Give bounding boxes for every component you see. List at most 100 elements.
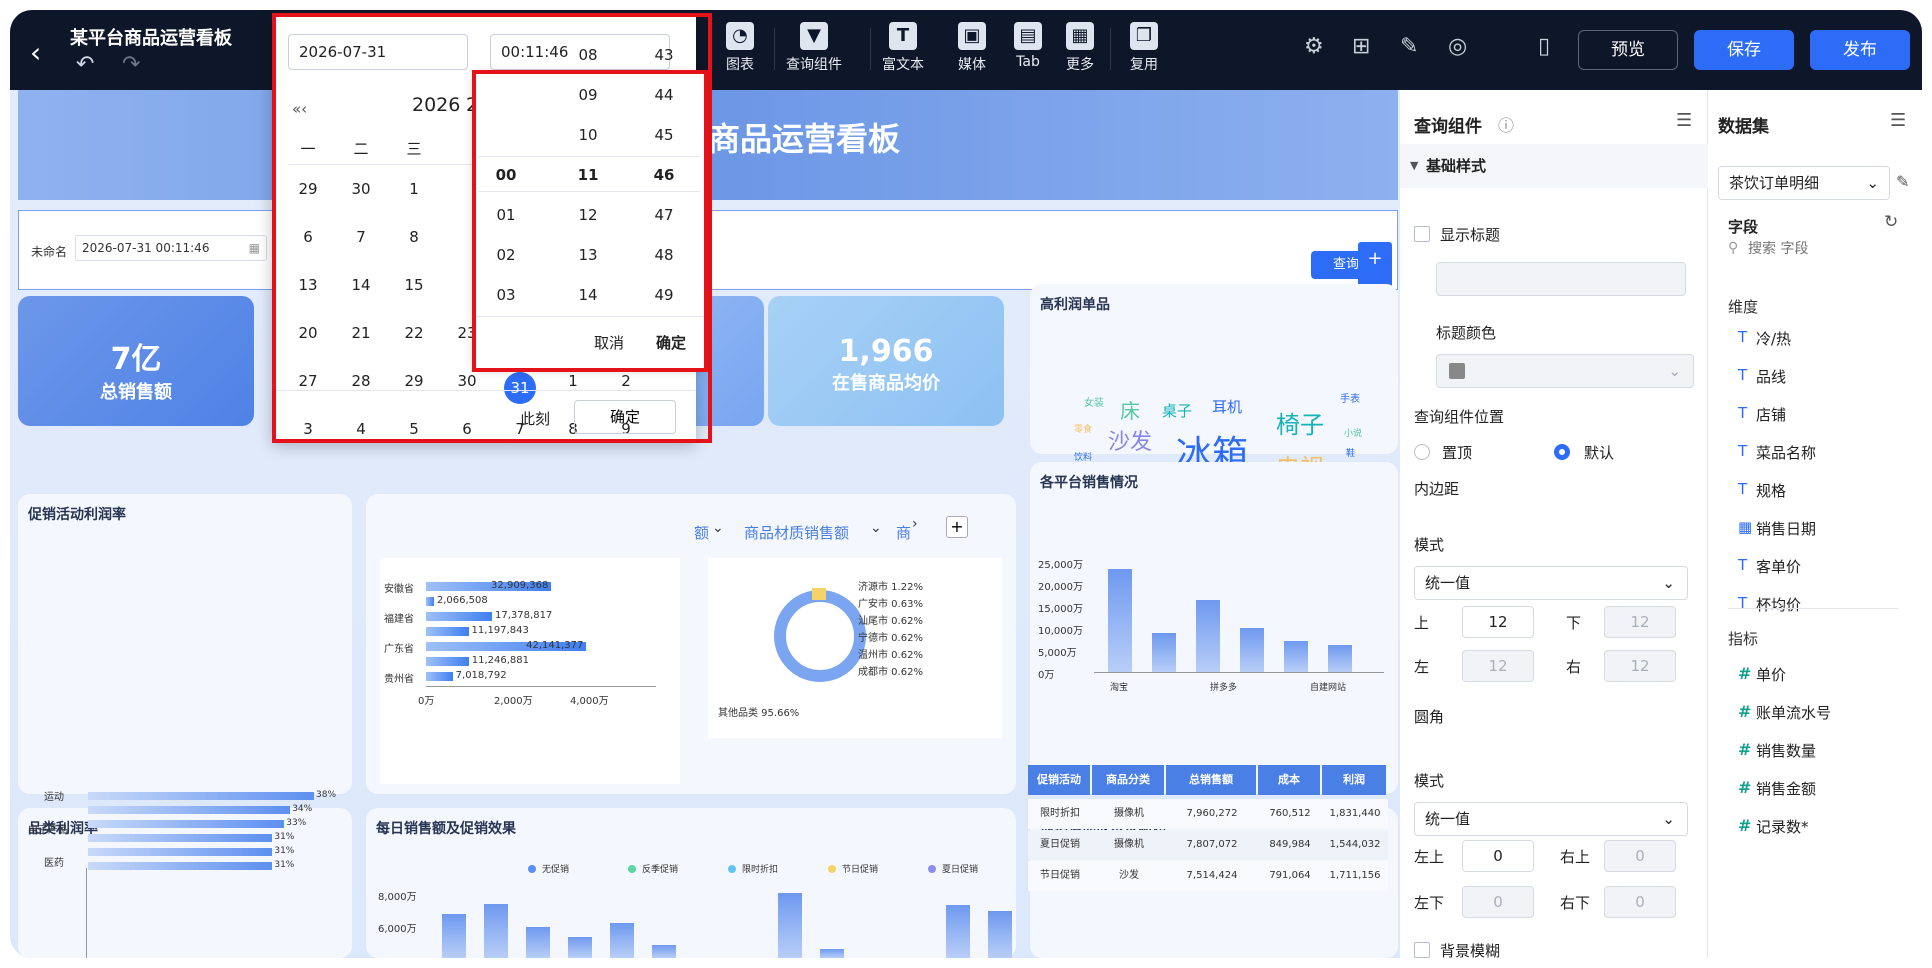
- bar: [1196, 600, 1220, 672]
- word: 桌子: [1162, 402, 1193, 420]
- settings-icon[interactable]: ⚙: [1304, 34, 1324, 59]
- dimension-field[interactable]: 客单价: [1756, 556, 1801, 577]
- mode-select[interactable]: 统一值 ⌄: [1414, 566, 1688, 600]
- tool-richtext[interactable]: T 富文本: [882, 22, 924, 74]
- dimension-field[interactable]: 品线: [1756, 366, 1786, 387]
- bar: [1284, 641, 1308, 672]
- pad-left-stepper[interactable]: 12: [1462, 650, 1534, 682]
- calendar-icon[interactable]: ▦: [249, 236, 260, 260]
- pad-down-stepper[interactable]: 12: [1604, 606, 1676, 638]
- bar-category-label: 运动: [44, 792, 64, 803]
- word: 鞋: [1346, 449, 1356, 459]
- field-search-input[interactable]: [1748, 238, 1898, 260]
- redo-icon[interactable]: ↷: [122, 52, 140, 77]
- field-type-icon: T: [1738, 404, 1748, 422]
- radius-br-stepper[interactable]: 0: [1604, 886, 1676, 918]
- radius-tl-stepper[interactable]: 0: [1462, 840, 1534, 872]
- refresh-icon[interactable]: ↻: [1884, 212, 1898, 232]
- bar-category-label: 贵州省: [384, 674, 414, 685]
- preview-button[interactable]: 预览: [1578, 30, 1678, 70]
- pad-down-label: 下: [1566, 614, 1582, 632]
- metric-field[interactable]: 记录数*: [1756, 816, 1809, 837]
- metric-field[interactable]: 销售数量: [1756, 740, 1816, 761]
- grid-icon: ▦: [1066, 22, 1094, 50]
- title-input[interactable]: [1436, 262, 1686, 296]
- field-type-icon: ▦: [1738, 518, 1753, 536]
- tool-tab[interactable]: ▤ Tab: [1014, 22, 1042, 70]
- edit-icon[interactable]: ✎: [1896, 172, 1909, 191]
- dataset-select[interactable]: 茶饮订单明细 ⌄: [1718, 166, 1890, 200]
- info-icon[interactable]: ⓘ: [1498, 112, 1514, 136]
- radius-tr-stepper[interactable]: 0: [1604, 840, 1676, 872]
- pos-default-radio[interactable]: [1554, 444, 1570, 460]
- metric-field[interactable]: 单价: [1756, 664, 1786, 685]
- card-title: 各平台销售情况: [1040, 475, 1138, 491]
- kpi-value: 1,966: [838, 334, 934, 369]
- table-cell: 节日促销: [1040, 870, 1080, 881]
- show-title-checkbox[interactable]: [1414, 226, 1430, 242]
- copy-icon: ❐: [1130, 22, 1158, 50]
- kpi-label: 总销售额: [100, 382, 172, 403]
- dimension-field[interactable]: 规格: [1756, 480, 1786, 501]
- blur-checkbox[interactable]: [1414, 942, 1430, 958]
- publish-button[interactable]: 发布: [1810, 30, 1910, 70]
- word: 零食: [1074, 425, 1093, 435]
- dimension-field[interactable]: 店铺: [1756, 404, 1786, 425]
- tab-material[interactable]: 商品材质销售额: [744, 522, 849, 543]
- date-input[interactable]: 2026-07-31 00:11:46 ▦: [75, 235, 267, 261]
- undo-icon[interactable]: ↶: [76, 52, 94, 77]
- blur-label: 背景模糊: [1440, 942, 1501, 958]
- back-icon[interactable]: ‹: [30, 36, 41, 69]
- mobile-icon[interactable]: ▯: [1538, 34, 1550, 59]
- add-icon[interactable]: +: [1358, 242, 1392, 276]
- layout-icon[interactable]: ⊞: [1352, 34, 1370, 59]
- table-header-cell: 成本: [1258, 765, 1320, 795]
- dimension-field[interactable]: 杯均价: [1756, 594, 1801, 615]
- metric-field[interactable]: 销售金额: [1756, 778, 1816, 799]
- tool-more[interactable]: ▦ 更多: [1066, 22, 1094, 74]
- tool-media[interactable]: ▣ 媒体: [958, 22, 986, 74]
- bar-value-label: 38%: [316, 790, 337, 800]
- pos-top-radio[interactable]: [1414, 444, 1430, 460]
- pad-right-label: 右: [1566, 658, 1582, 676]
- word: 小说: [1344, 429, 1363, 439]
- save-button[interactable]: 保存: [1694, 30, 1794, 70]
- section-basic-style[interactable]: ▼ 基础样式: [1400, 144, 1708, 188]
- dimension-field[interactable]: 冷/热: [1756, 328, 1791, 349]
- tool-query[interactable]: ▼ 查询组件: [786, 22, 842, 74]
- chevron-right-icon[interactable]: ›: [912, 516, 918, 532]
- tool-chart[interactable]: ◔ 图表: [726, 22, 754, 74]
- chevron-down-icon[interactable]: ⌄: [870, 520, 882, 536]
- legend-label: 夏日促销: [942, 865, 979, 875]
- pad-up-stepper[interactable]: 12: [1462, 606, 1534, 638]
- theme-icon[interactable]: ✎: [1400, 34, 1418, 59]
- title-color-picker[interactable]: ⌄: [1436, 354, 1694, 388]
- hide-icon[interactable]: ◎: [1448, 34, 1467, 59]
- tab-fragment-2[interactable]: 商: [896, 522, 911, 543]
- y-tick-label: 5,000万: [1038, 648, 1077, 659]
- search-icon: ⚲: [1728, 240, 1739, 256]
- field-type-icon: T: [1738, 366, 1748, 384]
- dashboard-title[interactable]: 某平台商品运营看板: [70, 24, 232, 50]
- mode2-select[interactable]: 统一值 ⌄: [1414, 802, 1688, 836]
- card-title: 高利润单品: [1040, 297, 1110, 313]
- collapse-icon[interactable]: ☰: [1676, 110, 1692, 131]
- minute-option[interactable]: 08: [558, 46, 618, 64]
- app-window: ‹ 某平台商品运营看板 ↶ ↷ ◔ 图表 ▼ 查询组件 T 富文本 ▣ 媒体 ▤ Tab …: [10, 10, 1922, 958]
- query-config-panel: 查询组件 ⓘ ☰ ▼ 基础样式 显示标题 标题颜色 ⌄ 查询组件位置 置顶 默认 …: [1400, 90, 1708, 958]
- radius-br-label: 右下: [1560, 894, 1591, 912]
- collapse-icon[interactable]: ☰: [1890, 110, 1906, 131]
- second-option[interactable]: 43: [634, 46, 694, 64]
- dimension-field[interactable]: 销售日期: [1756, 518, 1816, 539]
- add-tab-button[interactable]: +: [946, 516, 968, 538]
- caret-down-icon: ▼: [1410, 159, 1419, 172]
- tool-reuse[interactable]: ❐ 复用: [1130, 22, 1158, 74]
- pad-right-stepper[interactable]: 12: [1604, 650, 1676, 682]
- table-header-cell: 利润: [1322, 765, 1386, 795]
- metric-field[interactable]: 账单流水号: [1756, 702, 1831, 723]
- radius-bl-label: 左下: [1414, 894, 1445, 912]
- tool-label: 媒体: [958, 57, 986, 73]
- dimension-field[interactable]: 菜品名称: [1756, 442, 1816, 463]
- field-type-icon: T: [1738, 480, 1748, 498]
- radius-bl-stepper[interactable]: 0: [1462, 886, 1534, 918]
